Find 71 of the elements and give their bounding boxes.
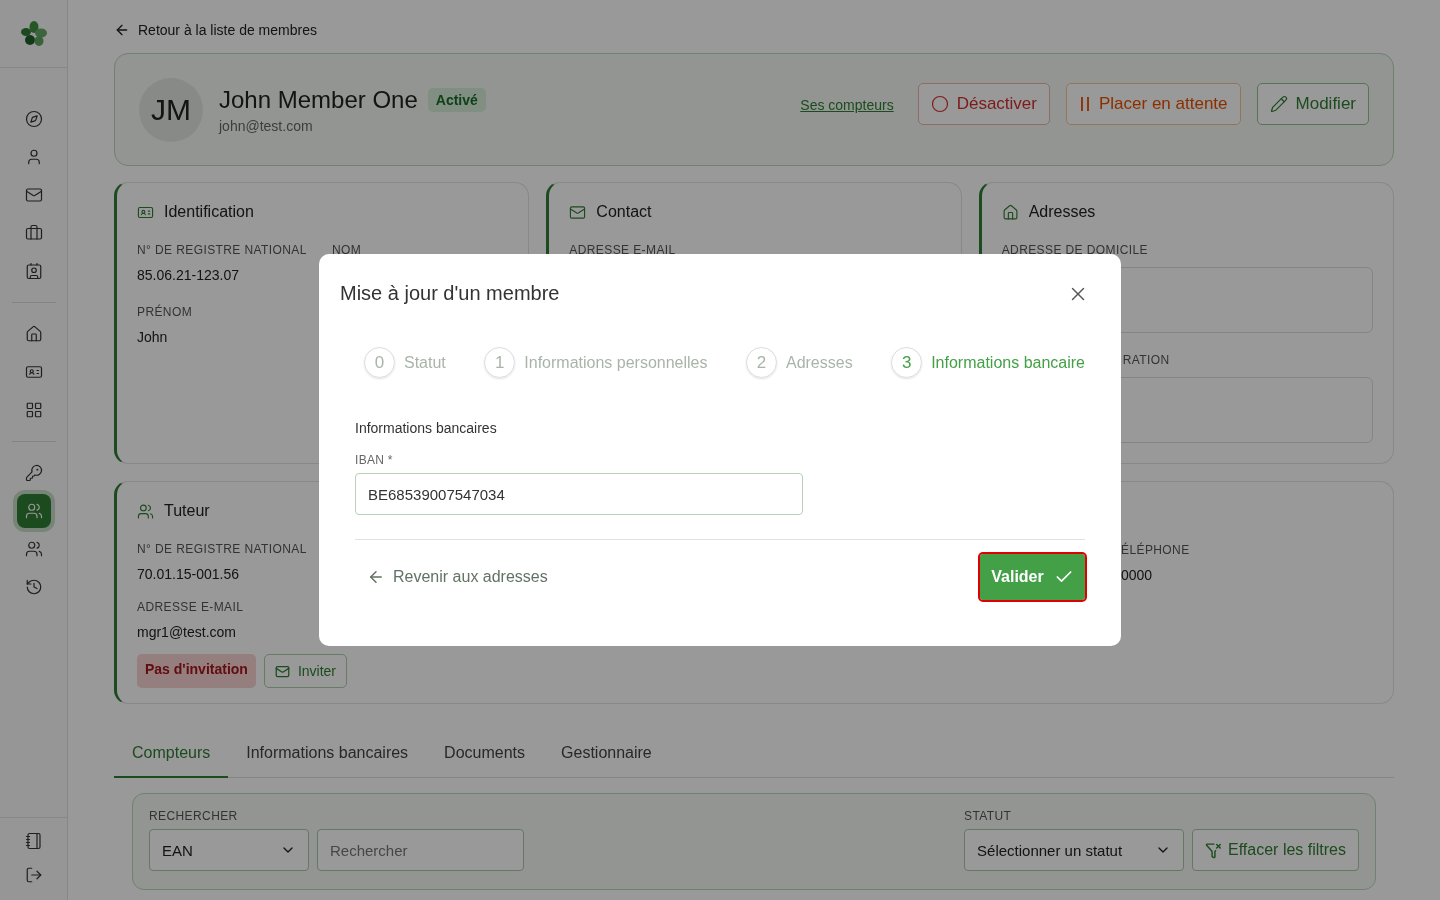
field-label: ADRESSE E-MAIL	[137, 600, 244, 614]
search-field[interactable]: Rechercher	[317, 829, 524, 871]
field-label: IBAN *	[355, 453, 394, 467]
tab[interactable]: Documents	[426, 730, 544, 778]
logout-icon	[24, 866, 43, 884]
id-card-icon	[24, 363, 43, 381]
house-icon	[1001, 203, 1019, 221]
field-value: mgr1@test.com	[137, 624, 236, 640]
invitation-badge: Pas d'invitation	[137, 654, 256, 688]
pencil-icon	[1269, 94, 1288, 113]
field-label: N° DE REGISTRE NATIONAL	[137, 243, 307, 257]
iban-field[interactable]: BE68539007547034	[355, 473, 803, 515]
envelope-icon	[274, 663, 290, 679]
filter-off-icon	[1205, 841, 1223, 859]
stepper-step[interactable]: 1 Informations personnelles	[484, 347, 708, 378]
history-icon	[24, 578, 43, 596]
action-button[interactable]: Désactiver	[917, 82, 1050, 125]
field-label: ÉLÉPHONE	[1121, 543, 1190, 557]
contact-book-icon	[24, 262, 43, 280]
clear-filters-button[interactable]: Effacer les filtres	[1192, 829, 1359, 871]
field-value: 70.01.15-001.56	[137, 566, 239, 582]
member-name: John Member One	[219, 85, 418, 114]
stepper-step[interactable]: 0 Statut	[364, 347, 446, 378]
invite-button[interactable]: Inviter	[263, 654, 348, 688]
field-label: N° DE REGISTRE NATIONAL	[137, 542, 307, 556]
pause-icon	[1079, 94, 1091, 113]
users-icon	[24, 502, 43, 520]
users-icon	[24, 540, 43, 558]
meters-link[interactable]: Ses compteurs	[800, 96, 894, 113]
stepper-step[interactable]: 2 Adresses	[745, 347, 853, 378]
field-label: ADRESSE DE DOMICILE	[1001, 243, 1148, 257]
tab[interactable]: Informations bancaires	[228, 730, 427, 778]
field-value: 85.06.21-123.07	[137, 267, 239, 283]
envelope-icon	[569, 203, 587, 221]
modal-title: Mise à jour d'un membre	[340, 282, 560, 305]
section-title: Informations bancaires	[355, 420, 498, 436]
field-label: NOM	[332, 243, 362, 257]
submit-button[interactable]: Valider	[980, 554, 1085, 600]
card-title: Contact	[596, 203, 652, 221]
notebook-icon	[24, 832, 43, 850]
field-label: RATION	[1122, 353, 1170, 367]
users-icon	[137, 502, 154, 520]
briefcase-icon	[24, 224, 43, 242]
field-value: 0000	[1121, 567, 1153, 583]
key-icon	[24, 464, 43, 482]
back-link[interactable]: Retour à la liste de membres	[114, 20, 317, 40]
tab[interactable]: Compteurs	[114, 730, 229, 778]
member-email: john@test.com	[219, 117, 314, 134]
grid-icon	[24, 401, 43, 419]
card-title: Tuteur	[164, 502, 210, 520]
action-button[interactable]: Modifier	[1256, 82, 1369, 125]
field-label: ADRESSE E-MAIL	[569, 243, 676, 257]
back-button[interactable]: Revenir aux adresses	[355, 560, 560, 594]
field-label: PRÉNOM	[137, 305, 193, 319]
stepper-step[interactable]: 3 Informations bancaire	[891, 347, 1085, 378]
field-label: STATUT	[964, 809, 1012, 823]
circle-icon	[930, 94, 949, 113]
tab[interactable]: Gestionnaire	[543, 730, 670, 778]
status-badge: Activé	[427, 87, 486, 112]
field-value: John	[137, 329, 168, 345]
clover-logo	[19, 19, 48, 48]
avatar-initials: JM	[139, 77, 203, 142]
envelope-icon	[24, 186, 43, 204]
card-title: Adresses	[1028, 203, 1096, 221]
status-select[interactable]: Sélectionner un statut	[964, 829, 1185, 871]
search-type-select[interactable]: EAN	[149, 829, 309, 871]
field-label: RECHERCHER	[149, 809, 238, 823]
compass-icon	[24, 110, 43, 128]
action-button[interactable]: Placer en attente	[1066, 82, 1241, 125]
house-icon	[24, 325, 43, 343]
card-title: Identification	[164, 203, 254, 221]
